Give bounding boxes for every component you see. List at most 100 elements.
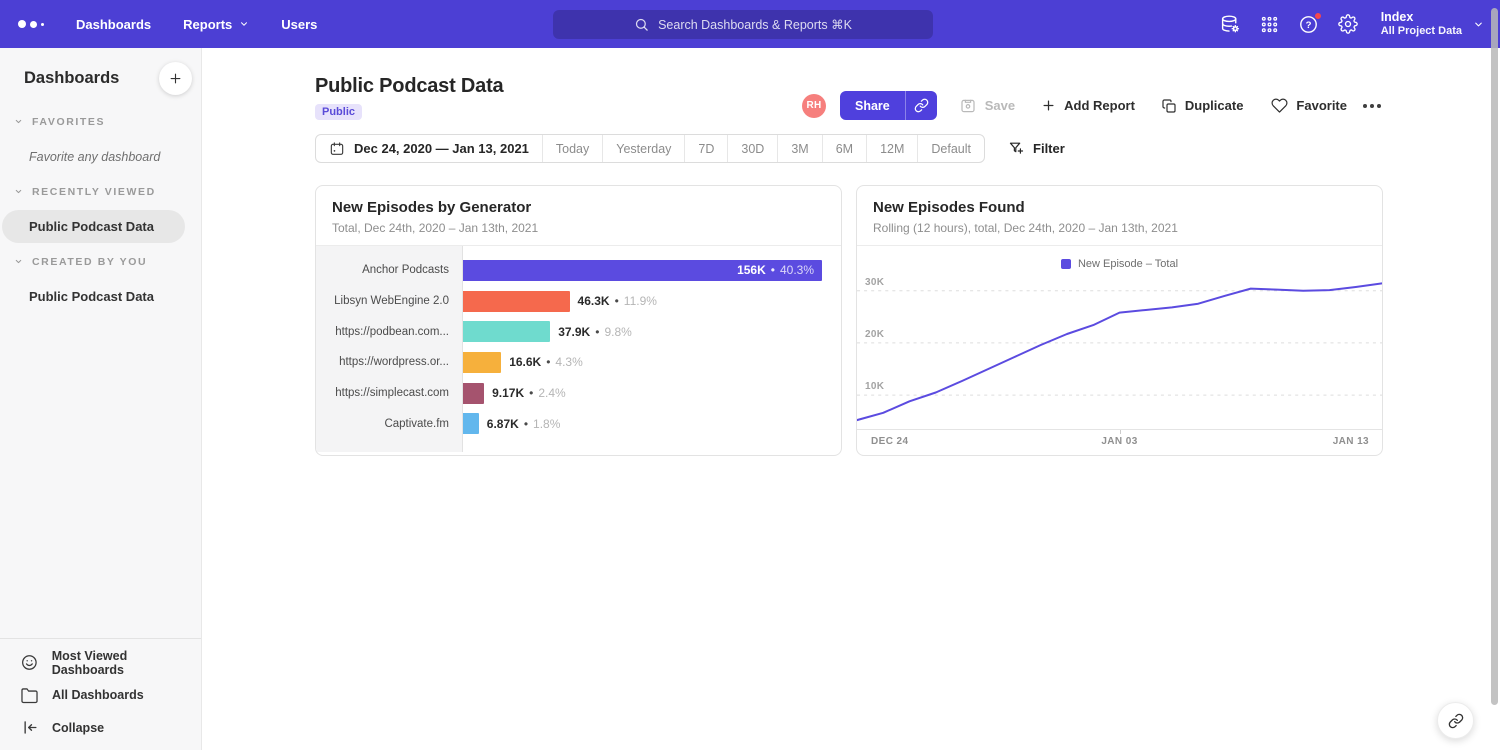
chart-legend[interactable]: New Episode – Total [857, 246, 1382, 275]
date-range-text: Dec 24, 2020 — Jan 13, 2021 [354, 141, 529, 156]
settings-gear-icon[interactable] [1338, 14, 1358, 34]
bar-libsyn[interactable] [463, 291, 570, 312]
create-dashboard-button[interactable] [159, 62, 192, 95]
preset-default[interactable]: Default [917, 135, 984, 162]
all-dashboards-button[interactable]: All Dashboards [0, 679, 201, 712]
footer-item-label: Most Viewed Dashboards [52, 649, 201, 677]
sidebar-section-created-by-you[interactable]: CREATED BY YOU [0, 244, 201, 279]
project-switcher[interactable]: Index All Project Data [1381, 10, 1484, 38]
search-icon [634, 17, 649, 32]
nav-item-label: Dashboards [76, 17, 151, 32]
x-axis-tick-label: DEC 24 [857, 436, 908, 447]
sidebar-item-public-podcast-data[interactable]: Public Podcast Data [2, 210, 185, 243]
sidebar-footer: Most Viewed Dashboards All Dashboards Co… [0, 638, 201, 750]
svg-text:?: ? [1305, 20, 1311, 31]
nav-item-dashboards[interactable]: Dashboards [76, 17, 151, 32]
x-axis-tick [1120, 430, 1121, 434]
preset-today[interactable]: Today [542, 135, 602, 162]
plus-icon [168, 71, 183, 86]
save-button[interactable]: Save [959, 97, 1015, 115]
date-range-control: Dec 24, 2020 — Jan 13, 2021 Today Yester… [315, 134, 985, 163]
y-axis-tick-label: 30K [865, 277, 884, 288]
avatar[interactable]: RH [802, 94, 826, 118]
card-title: New Episodes by Generator [332, 199, 825, 216]
bar-chart: Anchor Podcasts Libsyn WebEngine 2.0 htt… [316, 246, 841, 452]
sidebar-nav: FAVORITES Favorite any dashboard RECENTL… [0, 96, 201, 313]
folder-icon [20, 686, 39, 705]
most-viewed-dashboards-button[interactable]: Most Viewed Dashboards [0, 647, 201, 680]
bar-value-label: 9.17K • 2.4% [492, 386, 566, 400]
bar-simplecast[interactable] [463, 383, 484, 404]
nav-item-reports[interactable]: Reports [183, 17, 249, 32]
bar-captivate[interactable] [463, 413, 479, 434]
footer-item-label: Collapse [52, 721, 104, 735]
line-chart-svg [857, 275, 1382, 429]
preset-3m[interactable]: 3M [777, 135, 821, 162]
calendar-icon [329, 141, 345, 157]
line-chart: New Episode – Total 10K20K30K DEC 24 JAN… [857, 246, 1382, 452]
copy-link-floating-button[interactable] [1437, 702, 1474, 739]
footer-item-label: All Dashboards [52, 688, 144, 702]
bar-category-label: https://wordpress.or... [316, 347, 462, 378]
help-icon[interactable]: ? [1298, 14, 1319, 35]
bar-value-label: 6.87K • 1.8% [487, 417, 561, 431]
bar-value-label: 16.6K • 4.3% [509, 355, 583, 369]
preset-12m[interactable]: 12M [866, 135, 917, 162]
bar-category-label: Captivate.fm [316, 408, 462, 439]
nav-item-label: Users [281, 17, 317, 32]
chevron-down-icon [1473, 19, 1484, 30]
section-label: CREATED BY YOU [32, 256, 147, 268]
sidebar-section-recently-viewed[interactable]: RECENTLY VIEWED [0, 174, 201, 209]
bar-category-label: https://podbean.com... [316, 316, 462, 347]
heart-icon [1271, 97, 1288, 114]
filter-label: Filter [1033, 141, 1065, 156]
data-management-icon[interactable] [1220, 14, 1241, 35]
scrollbar-thumb[interactable] [1491, 8, 1498, 705]
sidebar-item-public-podcast-data-created[interactable]: Public Podcast Data [2, 280, 185, 313]
sidebar-title: Dashboards [24, 69, 119, 88]
bar-wordpress[interactable] [463, 352, 501, 373]
legend-swatch [1061, 259, 1071, 269]
copy-link-icon[interactable] [906, 91, 937, 120]
x-axis: DEC 24 JAN 03 JAN 13 [857, 429, 1382, 452]
apps-grid-icon[interactable] [1260, 15, 1279, 34]
bar-chart-card: New Episodes by Generator Total, Dec 24t… [315, 185, 842, 456]
bar-value-label: 37.9K • 9.8% [558, 325, 632, 339]
card-subtitle: Rolling (12 hours), total, Dec 24th, 202… [873, 221, 1366, 235]
preset-7d[interactable]: 7D [684, 135, 727, 162]
bar-category-label: Anchor Podcasts [316, 255, 462, 286]
favorite-button[interactable]: Favorite [1271, 97, 1347, 114]
filter-button[interactable]: Filter [1008, 140, 1065, 157]
mixpanel-logo-icon[interactable] [18, 20, 44, 28]
more-options-button[interactable] [1361, 100, 1383, 112]
bar-podbean[interactable] [463, 321, 550, 342]
smiley-icon [20, 653, 39, 672]
y-axis-tick-label: 20K [865, 329, 884, 340]
card-subtitle: Total, Dec 24th, 2020 – Jan 13th, 2021 [332, 221, 825, 235]
preset-yesterday[interactable]: Yesterday [602, 135, 684, 162]
sidebar-section-favorites[interactable]: FAVORITES [0, 104, 201, 139]
preset-6m[interactable]: 6M [822, 135, 866, 162]
search-placeholder: Search Dashboards & Reports ⌘K [658, 17, 852, 32]
date-range-button[interactable]: Dec 24, 2020 — Jan 13, 2021 [316, 135, 542, 162]
line-chart-plot[interactable]: 10K20K30K [857, 275, 1382, 429]
link-icon [1448, 713, 1464, 729]
collapse-sidebar-button[interactable]: Collapse [0, 712, 201, 745]
share-button[interactable]: Share [840, 91, 937, 120]
favorites-empty-text: Favorite any dashboard [0, 139, 201, 174]
bar-chart-bars: 156K • 40.3% 46.3K • 11.9% [463, 246, 841, 452]
top-nav: Dashboards Reports Users Search Dashboar… [0, 0, 1500, 48]
main-content: Public Podcast Data Public RH Share Save… [202, 48, 1500, 750]
preset-30d[interactable]: 30D [727, 135, 777, 162]
nav-right-cluster: ? Index All Project Data [1220, 10, 1484, 38]
duplicate-button[interactable]: Duplicate [1161, 98, 1244, 114]
public-badge: Public [315, 104, 362, 120]
x-axis-tick-label: JAN 13 [1333, 436, 1382, 447]
add-report-button[interactable]: Add Report [1041, 98, 1135, 113]
bar-anchor-podcasts[interactable]: 156K • 40.3% [463, 260, 822, 281]
search-bar[interactable]: Search Dashboards & Reports ⌘K [553, 10, 933, 39]
chevron-down-icon [14, 117, 23, 126]
page-actions: RH Share Save Add Report Duplicate [802, 91, 1383, 120]
nav-item-users[interactable]: Users [281, 17, 317, 32]
bar-value-label: 156K • 40.3% [737, 260, 814, 281]
